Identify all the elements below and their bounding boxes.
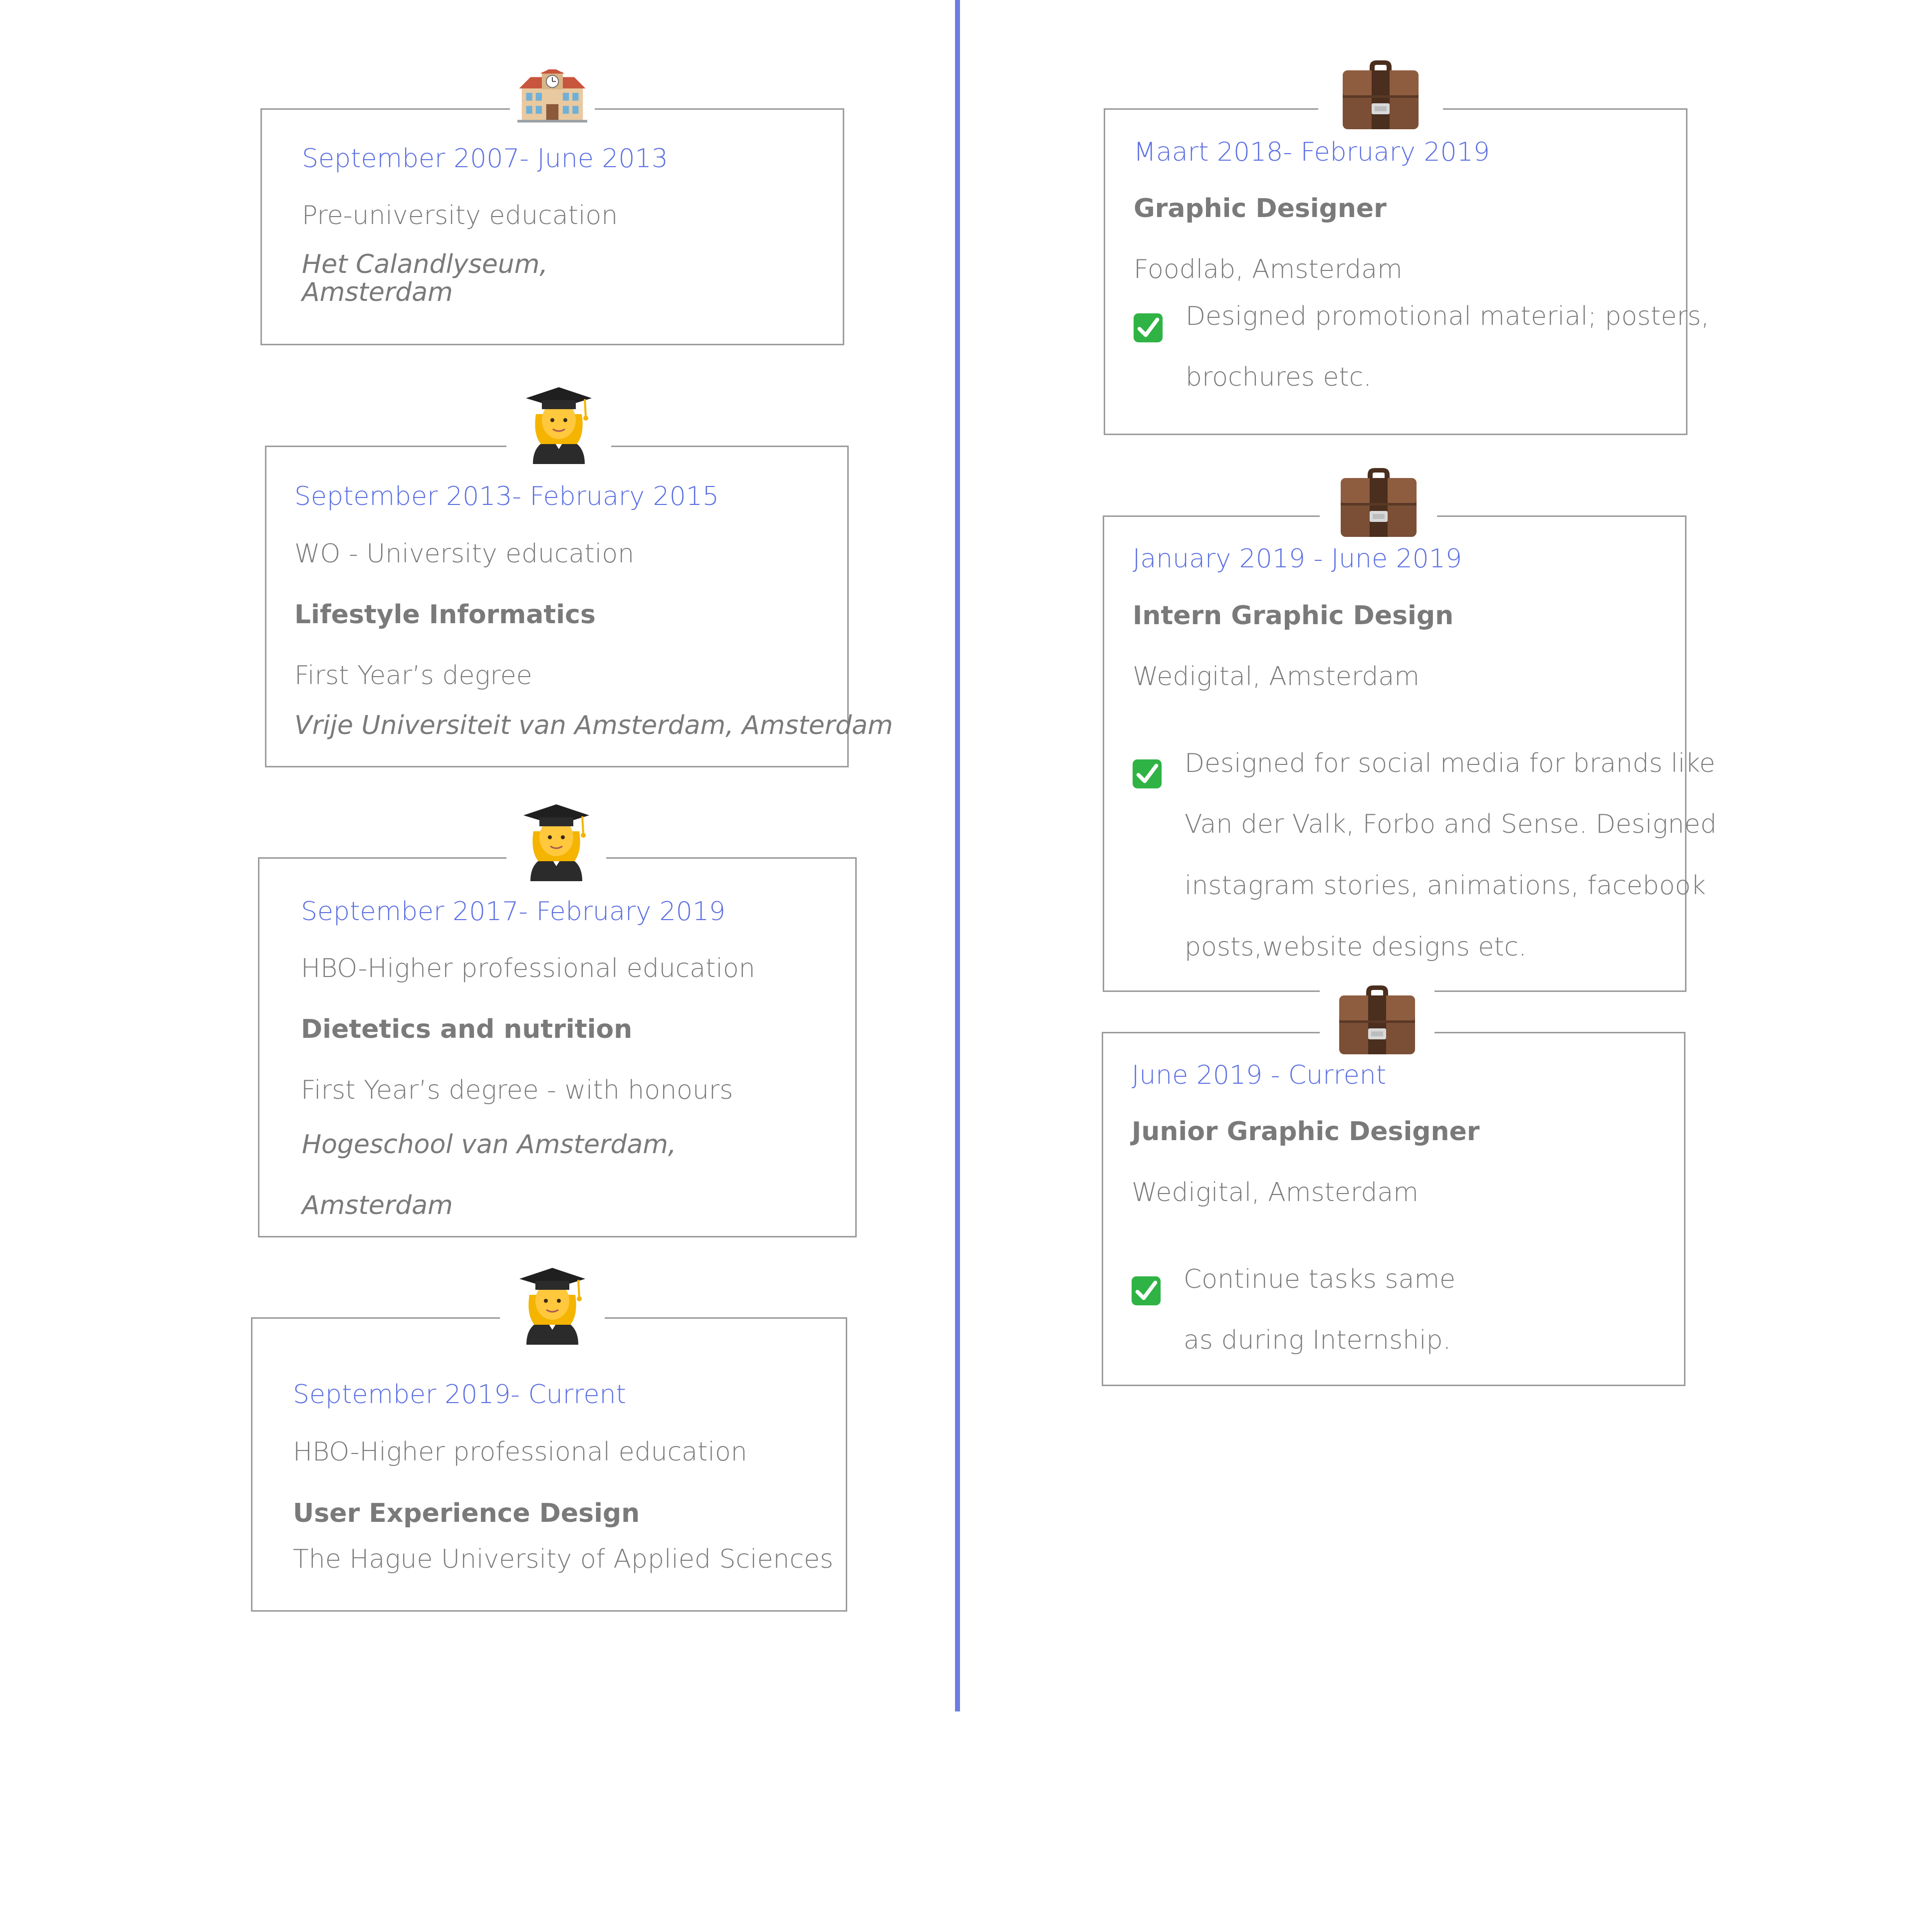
check-icon (1132, 758, 1163, 789)
education-school: Vrije Universiteit van Amsterdam, Amster… (294, 711, 893, 740)
education-date: September 2013- February 2015 (294, 482, 719, 511)
education-school: Het Calandlyseum, (302, 249, 548, 279)
work-task: posts,website designs etc. (1185, 932, 1527, 962)
education-program: User Experience Design (293, 1498, 640, 1528)
briefcase-icon (1320, 979, 1435, 1059)
work-task: instagram stories, animations, facebook (1185, 871, 1706, 901)
graduate-icon (506, 801, 606, 881)
education-date: September 2007- June 2013 (302, 144, 668, 174)
check-icon (1131, 1275, 1162, 1306)
work-role: Junior Graphic Designer (1132, 1117, 1480, 1147)
work-role: Graphic Designer (1134, 194, 1387, 224)
education-date: September 2019- Current (293, 1380, 626, 1410)
timeline-divider (955, 0, 960, 1711)
work-company: Wedigital, Amsterdam (1132, 1178, 1419, 1208)
education-school: Amsterdam (302, 1191, 453, 1220)
briefcase-icon (1318, 54, 1443, 134)
work-task: Designed for social media for brands lik… (1185, 748, 1715, 778)
work-date: January 2019 - June 2019 (1133, 544, 1462, 574)
work-date: June 2019 - Current (1132, 1060, 1387, 1090)
work-task: Designed promotional material; posters, (1186, 301, 1709, 331)
work-date: Maart 2018- February 2019 (1134, 137, 1490, 167)
education-degree: First Year’s degree - with honours (301, 1075, 733, 1105)
check-icon (1133, 312, 1164, 343)
education-program: Lifestyle Informatics (294, 600, 596, 630)
work-task: Continue tasks same (1184, 1264, 1456, 1294)
work-task: brochures etc. (1186, 362, 1372, 392)
education-date: September 2017- February 2019 (301, 897, 725, 927)
work-company: Wedigital, Amsterdam (1133, 662, 1420, 692)
education-school: Hogeschool van Amsterdam, (302, 1130, 677, 1160)
education-level: Pre-university education (302, 201, 618, 231)
briefcase-icon (1320, 462, 1437, 541)
education-school: Amsterdam (302, 277, 453, 307)
work-task: as during Internship. (1184, 1325, 1451, 1355)
work-role: Intern Graphic Design (1133, 601, 1454, 631)
education-degree: First Year’s degree (294, 661, 532, 691)
education-level: WO - University education (294, 539, 635, 569)
work-task: Van der Valk, Forbo and Sense. Designed (1185, 809, 1717, 839)
work-company: Foodlab, Amsterdam (1134, 254, 1403, 284)
school-icon (510, 64, 595, 129)
graduate-icon (506, 384, 611, 464)
education-level: HBO-Higher professional education (301, 954, 755, 983)
graduate-icon (500, 1265, 605, 1345)
education-school: The Hague University of Applied Sciences (293, 1544, 834, 1574)
education-level: HBO-Higher professional education (293, 1437, 747, 1467)
education-program: Dietetics and nutrition (301, 1014, 633, 1044)
